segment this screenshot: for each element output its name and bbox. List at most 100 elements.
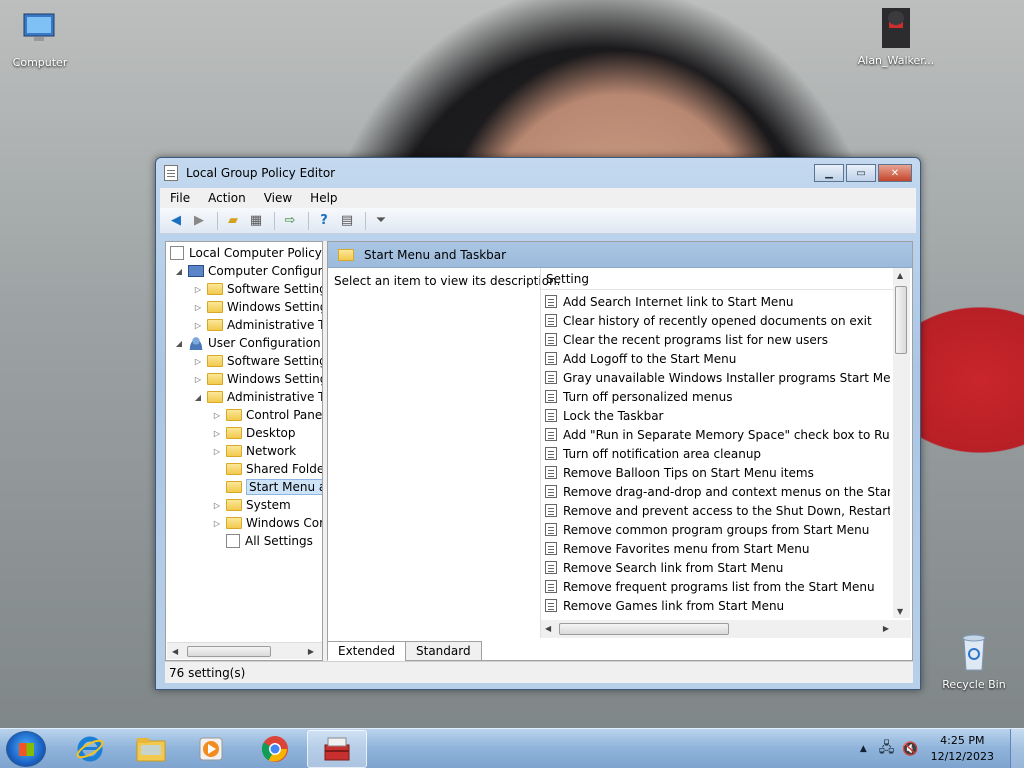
folder-icon — [207, 319, 223, 331]
export-list-button[interactable]: ⇨ — [280, 212, 300, 230]
list-item[interactable]: Gray unavailable Windows Installer progr… — [545, 368, 890, 387]
folder-icon — [226, 481, 242, 493]
collapsed-arrow-icon[interactable]: ▷ — [212, 501, 222, 510]
scroll-down-icon[interactable]: ▼ — [897, 607, 903, 616]
show-hidden-icons-icon[interactable]: ▲ — [860, 744, 867, 754]
tree-item-system[interactable]: ▷ System — [212, 496, 291, 514]
setting-label: Remove drag-and-drop and context menus o… — [563, 484, 890, 499]
desktop-icon-user-folder[interactable]: Alan_Walker... — [856, 6, 936, 67]
collapsed-arrow-icon[interactable]: ▷ — [193, 375, 203, 384]
menu-help[interactable]: Help — [300, 191, 345, 205]
list-item[interactable]: Remove drag-and-drop and context menus o… — [545, 482, 890, 501]
menu-view[interactable]: View — [254, 191, 300, 205]
tab-standard[interactable]: Standard — [405, 641, 482, 661]
tree-item-windows-components[interactable]: ▷ Windows Cor — [212, 514, 322, 532]
list-item[interactable]: Remove Balloon Tips on Start Menu items — [545, 463, 890, 482]
folder-icon — [226, 409, 242, 421]
tree-item-user-configuration[interactable]: ◢ User Configuration — [174, 334, 321, 352]
scroll-left-icon[interactable]: ◀ — [172, 647, 178, 656]
menu-file[interactable]: File — [160, 191, 198, 205]
tree-item-windows-settings[interactable]: ▷ Windows Setting — [193, 298, 322, 316]
forward-button[interactable]: ▶ — [189, 212, 209, 230]
desktop-icon-recycle-bin[interactable]: Recycle Bin — [934, 630, 1014, 691]
show-hide-tree-button[interactable]: ▦ — [246, 212, 266, 230]
help-button[interactable]: ? — [314, 212, 334, 230]
back-button[interactable]: ◀ — [166, 212, 186, 230]
collapsed-arrow-icon[interactable]: ▷ — [193, 321, 203, 330]
list-item[interactable]: Clear history of recently opened documen… — [545, 311, 890, 330]
list-horizontal-scrollbar[interactable]: ◀ ▶ — [541, 620, 911, 638]
collapsed-arrow-icon[interactable]: ▷ — [212, 519, 222, 528]
setting-label: Add "Run in Separate Memory Space" check… — [563, 427, 890, 442]
list-item[interactable]: Remove Favorites menu from Start Menu — [545, 539, 890, 558]
taskbar-media-player[interactable] — [181, 730, 241, 768]
list-item[interactable]: Turn off notification area cleanup — [545, 444, 890, 463]
list-item[interactable]: Remove frequent programs list from the S… — [545, 577, 890, 596]
list-item[interactable]: Lock the Taskbar — [545, 406, 890, 425]
minimize-button[interactable]: ▁ — [814, 164, 844, 182]
collapsed-arrow-icon[interactable]: ▷ — [193, 357, 203, 366]
network-icon[interactable]: 🖧 — [879, 737, 895, 761]
tree-item-administrative-templates[interactable]: ▷ Administrative Te — [193, 316, 322, 334]
start-button[interactable] — [6, 731, 46, 767]
tree-item-start-menu-and-taskbar[interactable]: Start Menu ar — [212, 478, 322, 496]
list-item[interactable]: Remove Search link from Start Menu — [545, 558, 890, 577]
folder-icon — [207, 301, 223, 313]
expanded-arrow-icon[interactable]: ◢ — [174, 267, 184, 276]
taskbar-chrome[interactable] — [245, 730, 305, 768]
close-button[interactable]: ✕ — [878, 164, 912, 182]
tree-item-user-software-settings[interactable]: ▷ Software Settings — [193, 352, 323, 370]
list-item[interactable]: Remove Games link from Start Menu — [545, 596, 890, 615]
taskbar-group-policy-editor[interactable] — [307, 730, 367, 768]
desktop-icon-computer[interactable]: Computer — [0, 8, 80, 69]
volume-muted-icon[interactable]: 🔇 — [902, 742, 918, 757]
scroll-right-icon[interactable]: ▶ — [883, 624, 889, 633]
list-vertical-scrollbar[interactable]: ▲ ▼ — [893, 268, 910, 618]
tree-item-desktop[interactable]: ▷ Desktop — [212, 424, 296, 442]
collapsed-arrow-icon[interactable]: ▷ — [193, 303, 203, 312]
scroll-right-icon[interactable]: ▶ — [308, 647, 314, 656]
tab-extended[interactable]: Extended — [327, 641, 406, 661]
expanded-arrow-icon[interactable]: ◢ — [193, 393, 203, 402]
properties-button[interactable]: ▤ — [337, 212, 357, 230]
scrollbar-thumb[interactable] — [187, 646, 271, 657]
tree-horizontal-scrollbar[interactable]: ◀ ▶ — [167, 642, 322, 659]
tree-item-shared-folders[interactable]: Shared Folder — [212, 460, 322, 478]
tree-item-all-settings[interactable]: All Settings — [212, 532, 313, 550]
expanded-arrow-icon[interactable]: ◢ — [174, 339, 184, 348]
maximize-button[interactable]: ▭ — [846, 164, 876, 182]
collapsed-arrow-icon[interactable]: ▷ — [212, 447, 222, 456]
list-item[interactable]: Clear the recent programs list for new u… — [545, 330, 890, 349]
scroll-left-icon[interactable]: ◀ — [545, 624, 551, 633]
tree-label: Software Settings — [227, 354, 323, 368]
list-item[interactable]: Turn off personalized menus — [545, 387, 890, 406]
show-desktop-button[interactable] — [1010, 729, 1024, 768]
console-tree: Local Computer Policy ◢ Computer Configu… — [165, 241, 323, 661]
clock[interactable]: 4:25 PM 12/12/2023 — [931, 733, 994, 765]
scroll-up-icon[interactable]: ▲ — [897, 271, 903, 280]
up-one-level-button[interactable]: ▰ — [223, 212, 243, 230]
tree-item-control-panel[interactable]: ▷ Control Panel — [212, 406, 322, 424]
list-item[interactable]: Add Search Internet link to Start Menu — [545, 292, 890, 311]
tree-item-network[interactable]: ▷ Network — [212, 442, 296, 460]
menu-action[interactable]: Action — [198, 191, 254, 205]
tree-item-computer-configuration[interactable]: ◢ Computer Configura — [174, 262, 322, 280]
tree-item-user-windows-settings[interactable]: ▷ Windows Setting — [193, 370, 322, 388]
collapsed-arrow-icon[interactable]: ▷ — [212, 429, 222, 438]
tree-item-user-administrative-templates[interactable]: ◢ Administrative Te — [193, 388, 322, 406]
title-bar[interactable]: Local Group Policy Editor — [156, 158, 920, 188]
list-item[interactable]: Remove common program groups from Start … — [545, 520, 890, 539]
scrollbar-thumb[interactable] — [895, 286, 907, 354]
tree-item-local-computer-policy[interactable]: Local Computer Policy — [170, 244, 322, 262]
tree-item-software-settings[interactable]: ▷ Software Settings — [193, 280, 322, 298]
column-header-setting[interactable]: Setting — [541, 268, 910, 290]
filter-button[interactable]: ⏷ — [371, 212, 391, 230]
list-item[interactable]: Remove and prevent access to the Shut Do… — [545, 501, 890, 520]
taskbar-internet-explorer[interactable] — [60, 730, 120, 768]
list-item[interactable]: Add Logoff to the Start Menu — [545, 349, 890, 368]
scrollbar-thumb[interactable] — [559, 623, 729, 635]
taskbar-windows-explorer[interactable] — [121, 730, 181, 768]
list-item[interactable]: Add "Run in Separate Memory Space" check… — [545, 425, 890, 444]
collapsed-arrow-icon[interactable]: ▷ — [193, 285, 203, 294]
collapsed-arrow-icon[interactable]: ▷ — [212, 411, 222, 420]
